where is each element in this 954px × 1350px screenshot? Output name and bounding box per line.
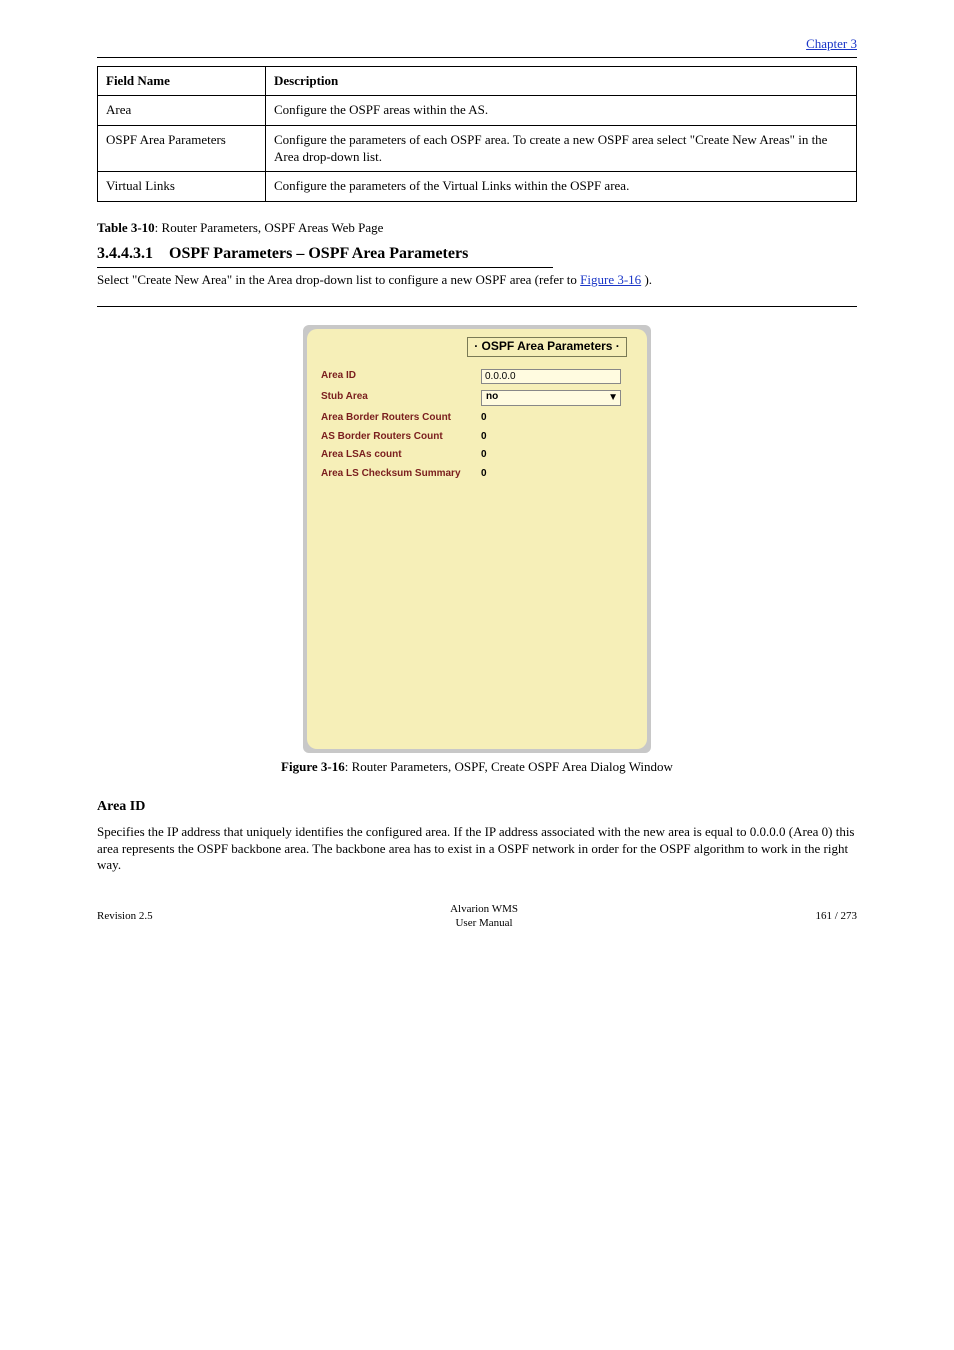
- cell-name: Virtual Links: [98, 172, 266, 202]
- figure-caption: Figure 3-16: Router Parameters, OSPF, Cr…: [97, 759, 857, 776]
- footer-mid-line1: Alvarion WMS: [153, 902, 816, 916]
- footer-right: 161 / 273: [815, 909, 857, 923]
- section-body-part2: ).: [644, 272, 652, 287]
- chevron-down-icon: ▼: [608, 393, 618, 403]
- ospf-label: Stub Area: [321, 391, 481, 404]
- cell-desc: Configure the parameters of the Virtual …: [266, 172, 857, 202]
- params-table: Field Name Description Area Configure th…: [97, 66, 857, 202]
- ospf-label: Area LS Checksum Summary: [321, 468, 481, 481]
- footer-mid: Alvarion WMS User Manual: [153, 902, 816, 930]
- table-caption: Table 3-10: Router Parameters, OSPF Area…: [97, 220, 857, 237]
- ospf-value: 0: [481, 431, 487, 444]
- subsection-body: Specifies the IP address that uniquely i…: [97, 824, 857, 874]
- table-row: Area Configure the OSPF areas within the…: [98, 96, 857, 126]
- figure-caption-prefix: Figure 3-16: [281, 759, 345, 774]
- section-body-part1: Select "Create New Area" in the Area dro…: [97, 272, 580, 287]
- page-footer: Revision 2.5 Alvarion WMS User Manual 16…: [57, 902, 897, 930]
- area-id-input[interactable]: [481, 369, 621, 384]
- table-caption-text: : Router Parameters, OSPF Areas Web Page: [155, 220, 384, 235]
- ospf-row-abr-count: Area Border Routers Count 0: [321, 412, 633, 425]
- figure-ref-link[interactable]: Figure 3-16: [580, 272, 641, 287]
- section-number: 3.4.4.3.1: [97, 245, 153, 262]
- cell-name: OSPF Area Parameters: [98, 125, 266, 171]
- ospf-value: 0: [481, 412, 487, 425]
- ospf-row-ls-checksum: Area LS Checksum Summary 0: [321, 468, 633, 481]
- ospf-label: Area ID: [321, 370, 481, 383]
- section-heading: 3.4.4.3.1 OSPF Parameters – OSPF Area Pa…: [97, 244, 553, 267]
- chapter-link-text: Chapter 3: [806, 36, 857, 51]
- ospf-panel-title: · OSPF Area Parameters ·: [467, 337, 627, 356]
- ospf-panel-inner: · OSPF Area Parameters · Area ID Stub Ar…: [307, 329, 647, 749]
- table-header-row: Field Name Description: [98, 66, 857, 96]
- section-rule: [97, 306, 857, 307]
- footer-left: Revision 2.5: [97, 909, 153, 923]
- ospf-row-area-id: Area ID: [321, 369, 633, 384]
- ospf-label: Area LSAs count: [321, 449, 481, 462]
- section-body: Select "Create New Area" in the Area dro…: [97, 272, 857, 289]
- table-row: Virtual Links Configure the parameters o…: [98, 172, 857, 202]
- section-title: OSPF Parameters – OSPF Area Parameters: [169, 245, 468, 262]
- footer-mid-line2: User Manual: [153, 916, 816, 930]
- chapter-link: Chapter 3: [97, 36, 857, 53]
- figure-caption-text: : Router Parameters, OSPF, Create OSPF A…: [345, 759, 673, 774]
- ospf-panel: · OSPF Area Parameters · Area ID Stub Ar…: [303, 325, 651, 753]
- ospf-row-lsa-count: Area LSAs count 0: [321, 449, 633, 462]
- ospf-row-stub-area: Stub Area no ▼: [321, 390, 633, 406]
- cell-desc: Configure the OSPF areas within the AS.: [266, 96, 857, 126]
- ospf-value: 0: [481, 468, 487, 481]
- ospf-label: AS Border Routers Count: [321, 431, 481, 444]
- subsection-heading: Area ID: [97, 798, 857, 816]
- stub-area-select[interactable]: no ▼: [481, 390, 621, 406]
- th-field-name: Field Name: [98, 66, 266, 96]
- cell-name: Area: [98, 96, 266, 126]
- ospf-value: 0: [481, 449, 487, 462]
- top-rule: [97, 57, 857, 58]
- ospf-row-asbr-count: AS Border Routers Count 0: [321, 431, 633, 444]
- cell-desc: Configure the parameters of each OSPF ar…: [266, 125, 857, 171]
- table-caption-prefix: Table 3-10: [97, 220, 155, 235]
- figure-wrapper: · OSPF Area Parameters · Area ID Stub Ar…: [97, 325, 857, 776]
- stub-area-value: no: [486, 391, 498, 404]
- th-description: Description: [266, 66, 857, 96]
- table-row: OSPF Area Parameters Configure the param…: [98, 125, 857, 171]
- ospf-label: Area Border Routers Count: [321, 412, 481, 425]
